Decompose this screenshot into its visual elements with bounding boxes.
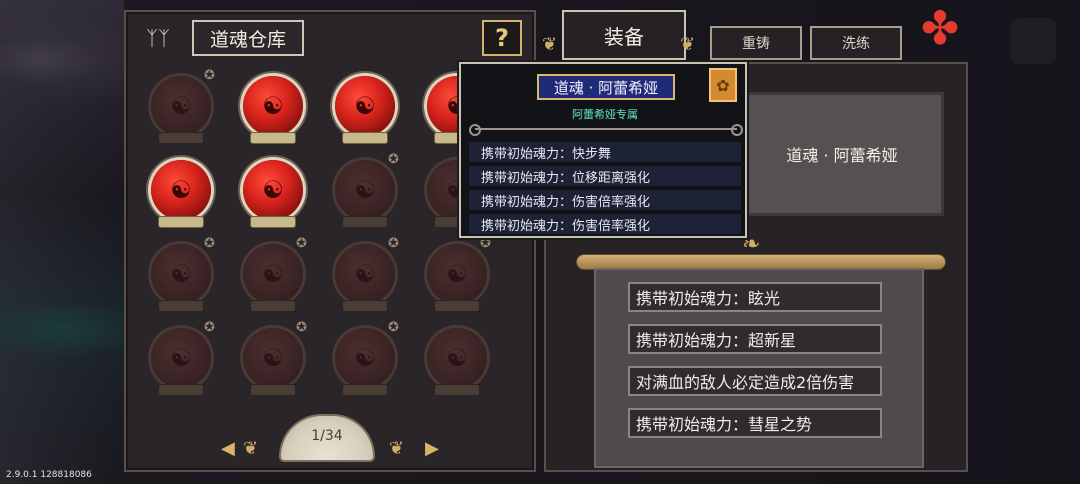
- star-icon: ✪: [388, 320, 399, 335]
- soul-orb-icon: ☯: [151, 328, 211, 388]
- ornament-icon: ❦: [680, 34, 696, 55]
- soul-slot[interactable]: ☯ ✪: [238, 236, 308, 318]
- tooltip-divider: [469, 124, 743, 136]
- tab-reforge[interactable]: 重铸: [710, 26, 802, 60]
- orb-stand: [342, 216, 388, 228]
- star-icon: ✪: [204, 68, 215, 83]
- background-scenery: [0, 0, 124, 484]
- orb-stand: [250, 216, 296, 228]
- version-text: 2.9.0.1 128818086: [6, 470, 92, 480]
- tab-equip[interactable]: 装备: [562, 10, 686, 60]
- star-icon: ✪: [480, 236, 491, 251]
- next-page-button[interactable]: ▶: [425, 438, 439, 459]
- star-icon: ✪: [296, 320, 307, 335]
- prev-page-button[interactable]: ◀: [221, 438, 235, 459]
- soul-orb-icon: ☯: [335, 244, 395, 304]
- candle-rack-icon: ᛉᛉ: [146, 26, 170, 50]
- tooltip-subtitle: 阿蕾希娅专属: [572, 108, 638, 121]
- orb-stand: [158, 384, 204, 396]
- ornament-icon: ❦: [542, 34, 558, 55]
- tooltip-row: 携带初始魂力：快步舞: [469, 142, 741, 162]
- star-icon: ✪: [296, 236, 307, 251]
- tooltip-row: 携带初始魂力：位移距离强化: [469, 166, 741, 186]
- soul-orb-icon: ☯: [335, 160, 395, 220]
- soul-orb-icon: ☯: [151, 244, 211, 304]
- orb-stand: [250, 384, 296, 396]
- soul-slot[interactable]: ☯ ✪: [330, 236, 400, 318]
- tooltip-row: 携带初始魂力：伤害倍率强化: [469, 190, 741, 210]
- effect-row: 对满血的敌人必定造成2倍伤害: [628, 366, 882, 396]
- scroll-ornament-icon: ❦: [389, 438, 405, 459]
- effect-row: 携带初始魂力：超新星: [628, 324, 882, 354]
- scroll-ornament-icon: ❦: [243, 438, 259, 459]
- effect-row: 携带初始魂力：眩光: [628, 282, 882, 312]
- help-button[interactable]: ?: [482, 20, 522, 56]
- star-icon: ✪: [204, 320, 215, 335]
- orb-stand: [250, 132, 296, 144]
- orb-stand: [434, 384, 480, 396]
- tab-wash[interactable]: 洗练: [810, 26, 902, 60]
- soul-slot[interactable]: ☯: [238, 74, 308, 150]
- orb-stand: [158, 300, 204, 312]
- soul-slot[interactable]: ☯ ✪: [330, 152, 400, 234]
- soul-slot[interactable]: ☯ ✪: [330, 320, 400, 402]
- soul-orb-icon: ☯: [151, 160, 211, 220]
- orb-stand: [342, 384, 388, 396]
- orb-stand: [342, 132, 388, 144]
- soul-slot[interactable]: ☯ ✪: [146, 320, 216, 402]
- soul-orb-icon: ☯: [427, 328, 487, 388]
- soul-orb-icon: ☯: [243, 76, 303, 136]
- menu-button[interactable]: [1010, 18, 1056, 64]
- soul-slot[interactable]: ☯ ✪: [146, 68, 216, 150]
- orb-stand: [158, 216, 204, 228]
- soul-slot[interactable]: ☯ ✪: [422, 236, 492, 318]
- soul-slot[interactable]: ☯: [146, 158, 216, 234]
- orb-stand: [158, 132, 204, 144]
- gear-badge-icon: ✿: [709, 68, 737, 102]
- star-icon: ✪: [388, 236, 399, 251]
- page-indicator: 1/34: [311, 428, 343, 444]
- equip-tabs: ❦ 装备 ❦ 重铸 洗练: [542, 10, 922, 62]
- soul-slot[interactable]: ☯ ✪: [238, 320, 308, 402]
- page-navigator: ◀ ❦ 1/34 ❦ ▶: [221, 410, 441, 468]
- soul-orb-icon: ☯: [243, 160, 303, 220]
- soul-slot[interactable]: ☯: [238, 158, 308, 234]
- soul-slot[interactable]: ☯ ✪: [146, 236, 216, 318]
- orb-stand: [342, 300, 388, 312]
- item-preview: 道魂 · 阿蕾希娅: [740, 92, 944, 216]
- soul-orb-icon: ☯: [335, 76, 395, 136]
- soul-orb-icon: ☯: [243, 328, 303, 388]
- soul-orb-icon: ☯: [151, 76, 211, 136]
- orb-stand: [250, 300, 296, 312]
- page-fan: 1/34: [279, 414, 375, 462]
- soul-slot[interactable]: ☯: [330, 74, 400, 150]
- pinwheel-icon[interactable]: ✤: [914, 2, 966, 54]
- storage-title: 道魂仓库: [192, 20, 304, 56]
- effects-scroll: 携带初始魂力：眩光 携带初始魂力：超新星 对满血的敌人必定造成2倍伤害 携带初始…: [594, 268, 924, 468]
- soul-orb-icon: ☯: [335, 328, 395, 388]
- soul-slot[interactable]: ☯: [422, 326, 492, 402]
- star-icon: ✪: [204, 236, 215, 251]
- game-screen: ᛉᛉ 道魂仓库 ? ☯ ✪ ☯ ☯ ☯ ☯ ☯ ☯ ✪ ☯ ☯ ✪ ☯ ✪ ☯ ✪ ☯ ✪ ☯ ✪ ☯ ✪ ☯ ✪ ☯ ◀ ❦ …: [0, 0, 1080, 484]
- orb-stand: [434, 300, 480, 312]
- tooltip-row: 携带初始魂力：伤害倍率强化: [469, 214, 741, 234]
- item-name: 道魂 · 阿蕾希娅: [786, 146, 898, 165]
- tooltip-name: 道魂 · 阿蕾希娅: [537, 74, 675, 100]
- effect-row: 携带初始魂力：彗星之势: [628, 408, 882, 438]
- soul-tooltip: 道魂 · 阿蕾希娅 ✿ 阿蕾希娅专属 携带初始魂力：快步舞 携带初始魂力：位移距…: [459, 62, 747, 238]
- star-icon: ✪: [388, 152, 399, 167]
- soul-orb-icon: ☯: [243, 244, 303, 304]
- soul-orb-icon: ☯: [427, 244, 487, 304]
